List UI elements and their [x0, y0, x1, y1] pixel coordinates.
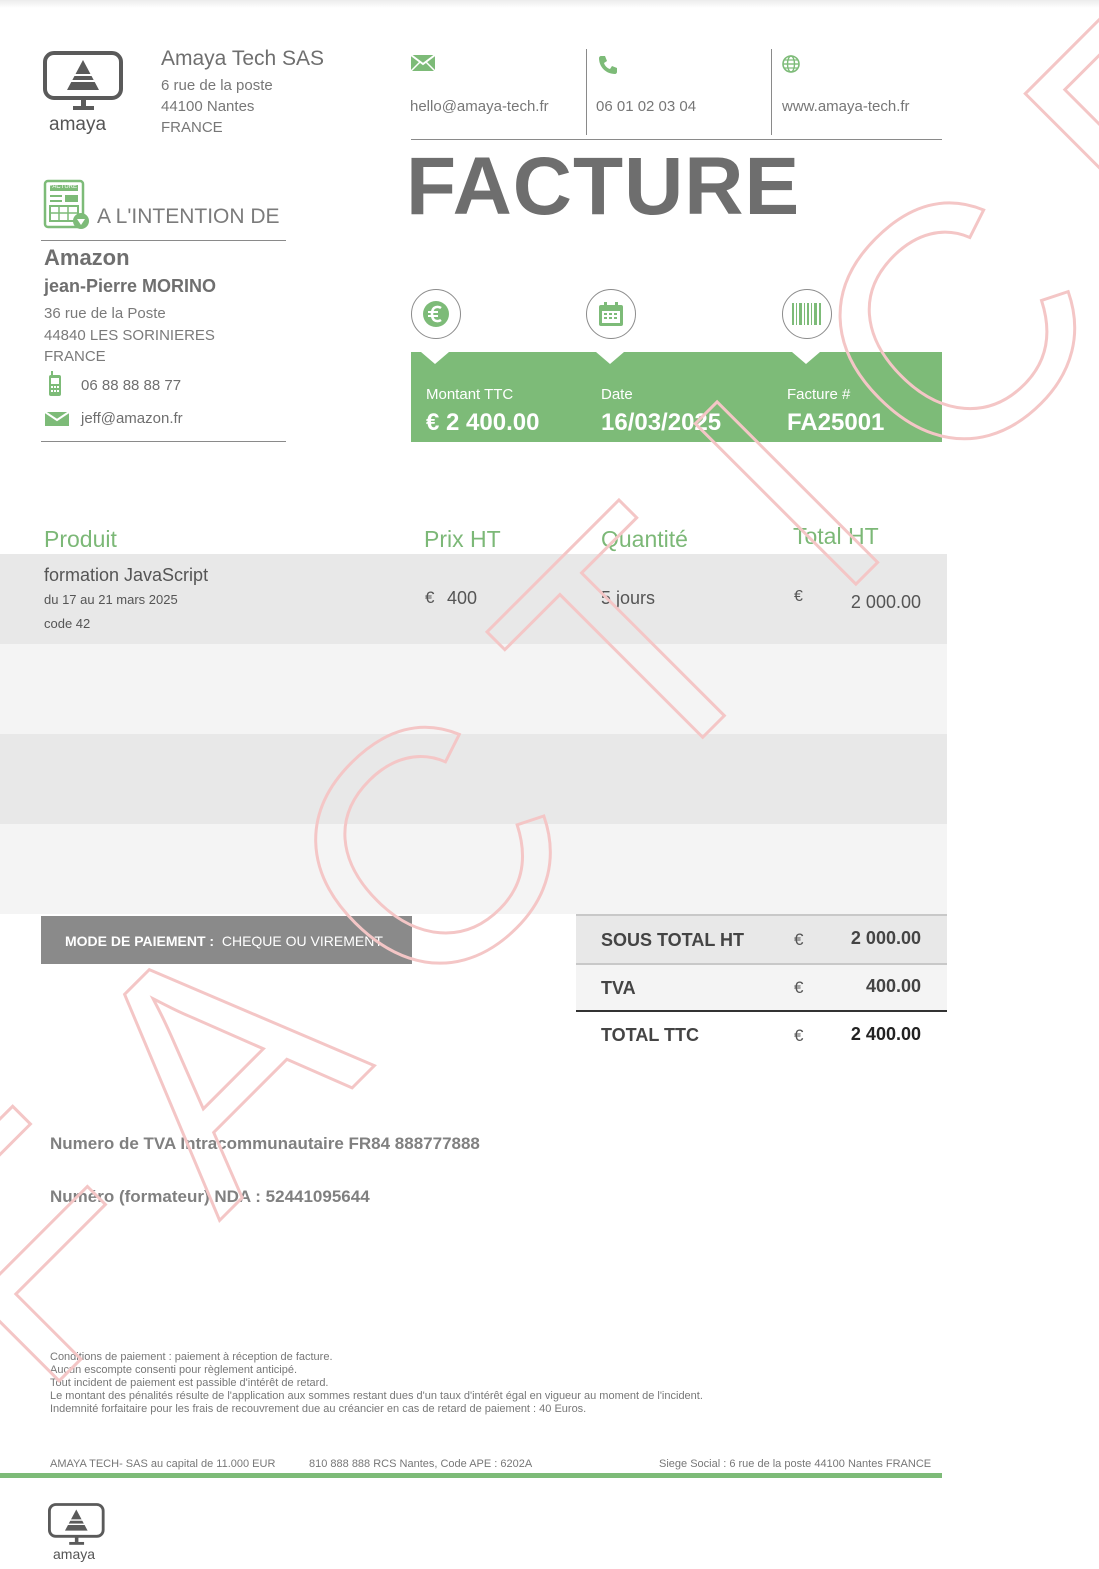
recipient-section-title: A L'INTENTION DE: [97, 205, 280, 228]
company-website-link[interactable]: www.amaya-tech.fr: [782, 98, 910, 115]
logo-wordmark: amaya: [49, 114, 107, 135]
table-row: formation JavaScript du 17 au 21 mars 20…: [0, 554, 947, 644]
total-currency: €: [794, 588, 803, 605]
footer-rule: [0, 1473, 942, 1478]
payment-value: CHEQUE OU VIREMENT: [221, 933, 383, 949]
subtotal-label: SOUS TOTAL HT: [601, 930, 745, 950]
nda-number: Numéro (formateur) NDA : 52441095644: [50, 1187, 370, 1206]
logo-wordmark: amaya: [53, 1546, 96, 1562]
top-shadow: [0, 0, 1099, 8]
footer-logo: amaya: [47, 1502, 110, 1564]
invoice-number-label: Facture #: [787, 386, 851, 403]
column-header-price: Prix HT: [424, 526, 501, 552]
tva-row: TVA € 400.00: [576, 965, 947, 1012]
line-total: 2 000.00: [850, 592, 921, 612]
divider: [771, 49, 772, 135]
tva-number: Numero de TVA Intracommunautaire FR84 88…: [50, 1134, 480, 1153]
product-detail: code 42: [44, 616, 91, 631]
summary-band: Montant TTC € 2 400.00 Date 16/03/2025 F…: [411, 352, 942, 442]
document-title: FACTURE: [406, 141, 801, 232]
footer-capital: AMAYA TECH- SAS au capital de 11.000 EUR: [50, 1458, 276, 1470]
invoice-doc-icon: FACTURE: [43, 179, 91, 236]
envelope-icon: [410, 54, 436, 77]
footer-rcs: 810 888 888 RCS Nantes, Code APE : 6202A: [309, 1458, 533, 1470]
column-header-total: Total HT: [793, 523, 879, 549]
band-notch: [596, 352, 624, 364]
table-row: [0, 824, 947, 914]
divider: [41, 240, 286, 241]
calendar-icon: [586, 289, 636, 339]
condition-line: Conditions de paiement : paiement à réce…: [50, 1351, 333, 1363]
date-label: Date: [601, 386, 633, 403]
table-row: [0, 644, 947, 734]
amaya-logo-icon: [43, 51, 123, 110]
company-address-line: 6 rue de la poste: [161, 77, 273, 94]
invoice-number-value: FA25001: [787, 409, 885, 436]
client-person: jean-Pierre MORINO: [44, 276, 217, 296]
client-address-line: 36 rue de la Poste: [44, 305, 166, 322]
phone-icon: [597, 54, 619, 81]
client-company: Amazon: [44, 245, 130, 270]
total-ttc-label: TOTAL TTC: [601, 1025, 699, 1045]
tva-label: TVA: [601, 978, 636, 998]
client-email-link[interactable]: jeff@amazon.fr: [81, 410, 183, 427]
barcode-icon: [782, 289, 832, 339]
total-ttc-value: 2 400.00: [850, 1024, 921, 1044]
tva-currency: €: [794, 978, 804, 997]
subtotal-row: SOUS TOTAL HT € 2 000.00: [576, 916, 947, 963]
euro-icon: [411, 289, 461, 339]
total-row: TOTAL TTC € 2 400.00: [576, 1012, 947, 1059]
divider: [41, 441, 286, 442]
column-header-product: Produit: [44, 526, 117, 552]
product-name: formation JavaScript: [44, 565, 209, 585]
unit-price: 400: [447, 588, 478, 608]
condition-line: Indemnité forfaitaire pour les frais de …: [50, 1403, 587, 1415]
company-phone: 06 01 02 03 04: [596, 98, 697, 115]
footer-seat: Siege Social : 6 rue de la poste 44100 N…: [659, 1458, 932, 1470]
quantity: 5 jours: [601, 588, 656, 608]
divider: [586, 49, 587, 135]
client-phone: 06 88 88 88 77: [81, 377, 182, 394]
table-row: [0, 734, 947, 824]
condition-line: Le montant des pénalités résulte de l'ap…: [50, 1390, 703, 1402]
amaya-logo-icon: [47, 1503, 105, 1545]
company-email-link[interactable]: hello@amaya-tech.fr: [410, 98, 549, 115]
band-notch: [792, 352, 820, 364]
icon-caption: FACTURE: [49, 184, 78, 190]
payment-label: MODE DE PAIEMENT :: [65, 933, 215, 949]
date-value: 16/03/2025: [601, 409, 722, 436]
band-notch: [421, 352, 449, 364]
client-address-line: FRANCE: [44, 348, 106, 365]
condition-line: Tout incident de paiement est passible d…: [50, 1377, 329, 1389]
globe-icon: [781, 54, 801, 79]
total-ttc-currency: €: [794, 1026, 804, 1045]
amount-label: Montant TTC: [426, 386, 514, 403]
tva-value: 400.00: [865, 976, 921, 996]
condition-line: Aucun escompte consenti pour règlement a…: [50, 1364, 298, 1376]
company-address-line: FRANCE: [161, 119, 223, 136]
subtotal-value: 2 000.00: [850, 928, 921, 948]
company-address-line: 44100 Nantes: [161, 98, 255, 115]
envelope-icon: [44, 411, 70, 432]
payment-method: MODE DE PAIEMENT : CHEQUE OU VIREMENT: [41, 916, 412, 964]
price-currency: €: [425, 588, 435, 607]
amount-value: € 2 400.00: [426, 409, 540, 436]
product-detail: du 17 au 21 mars 2025: [44, 592, 178, 607]
company-name: Amaya Tech SAS: [161, 47, 325, 70]
payment-conditions: Conditions de paiement : paiement à réce…: [50, 1351, 703, 1416]
mobile-phone-icon: [48, 371, 62, 402]
company-logo: amaya: [43, 50, 125, 138]
client-address-line: 44840 LES SORINIERES: [44, 327, 215, 344]
column-header-quantity: Quantité: [601, 526, 688, 552]
subtotal-currency: €: [794, 930, 804, 949]
